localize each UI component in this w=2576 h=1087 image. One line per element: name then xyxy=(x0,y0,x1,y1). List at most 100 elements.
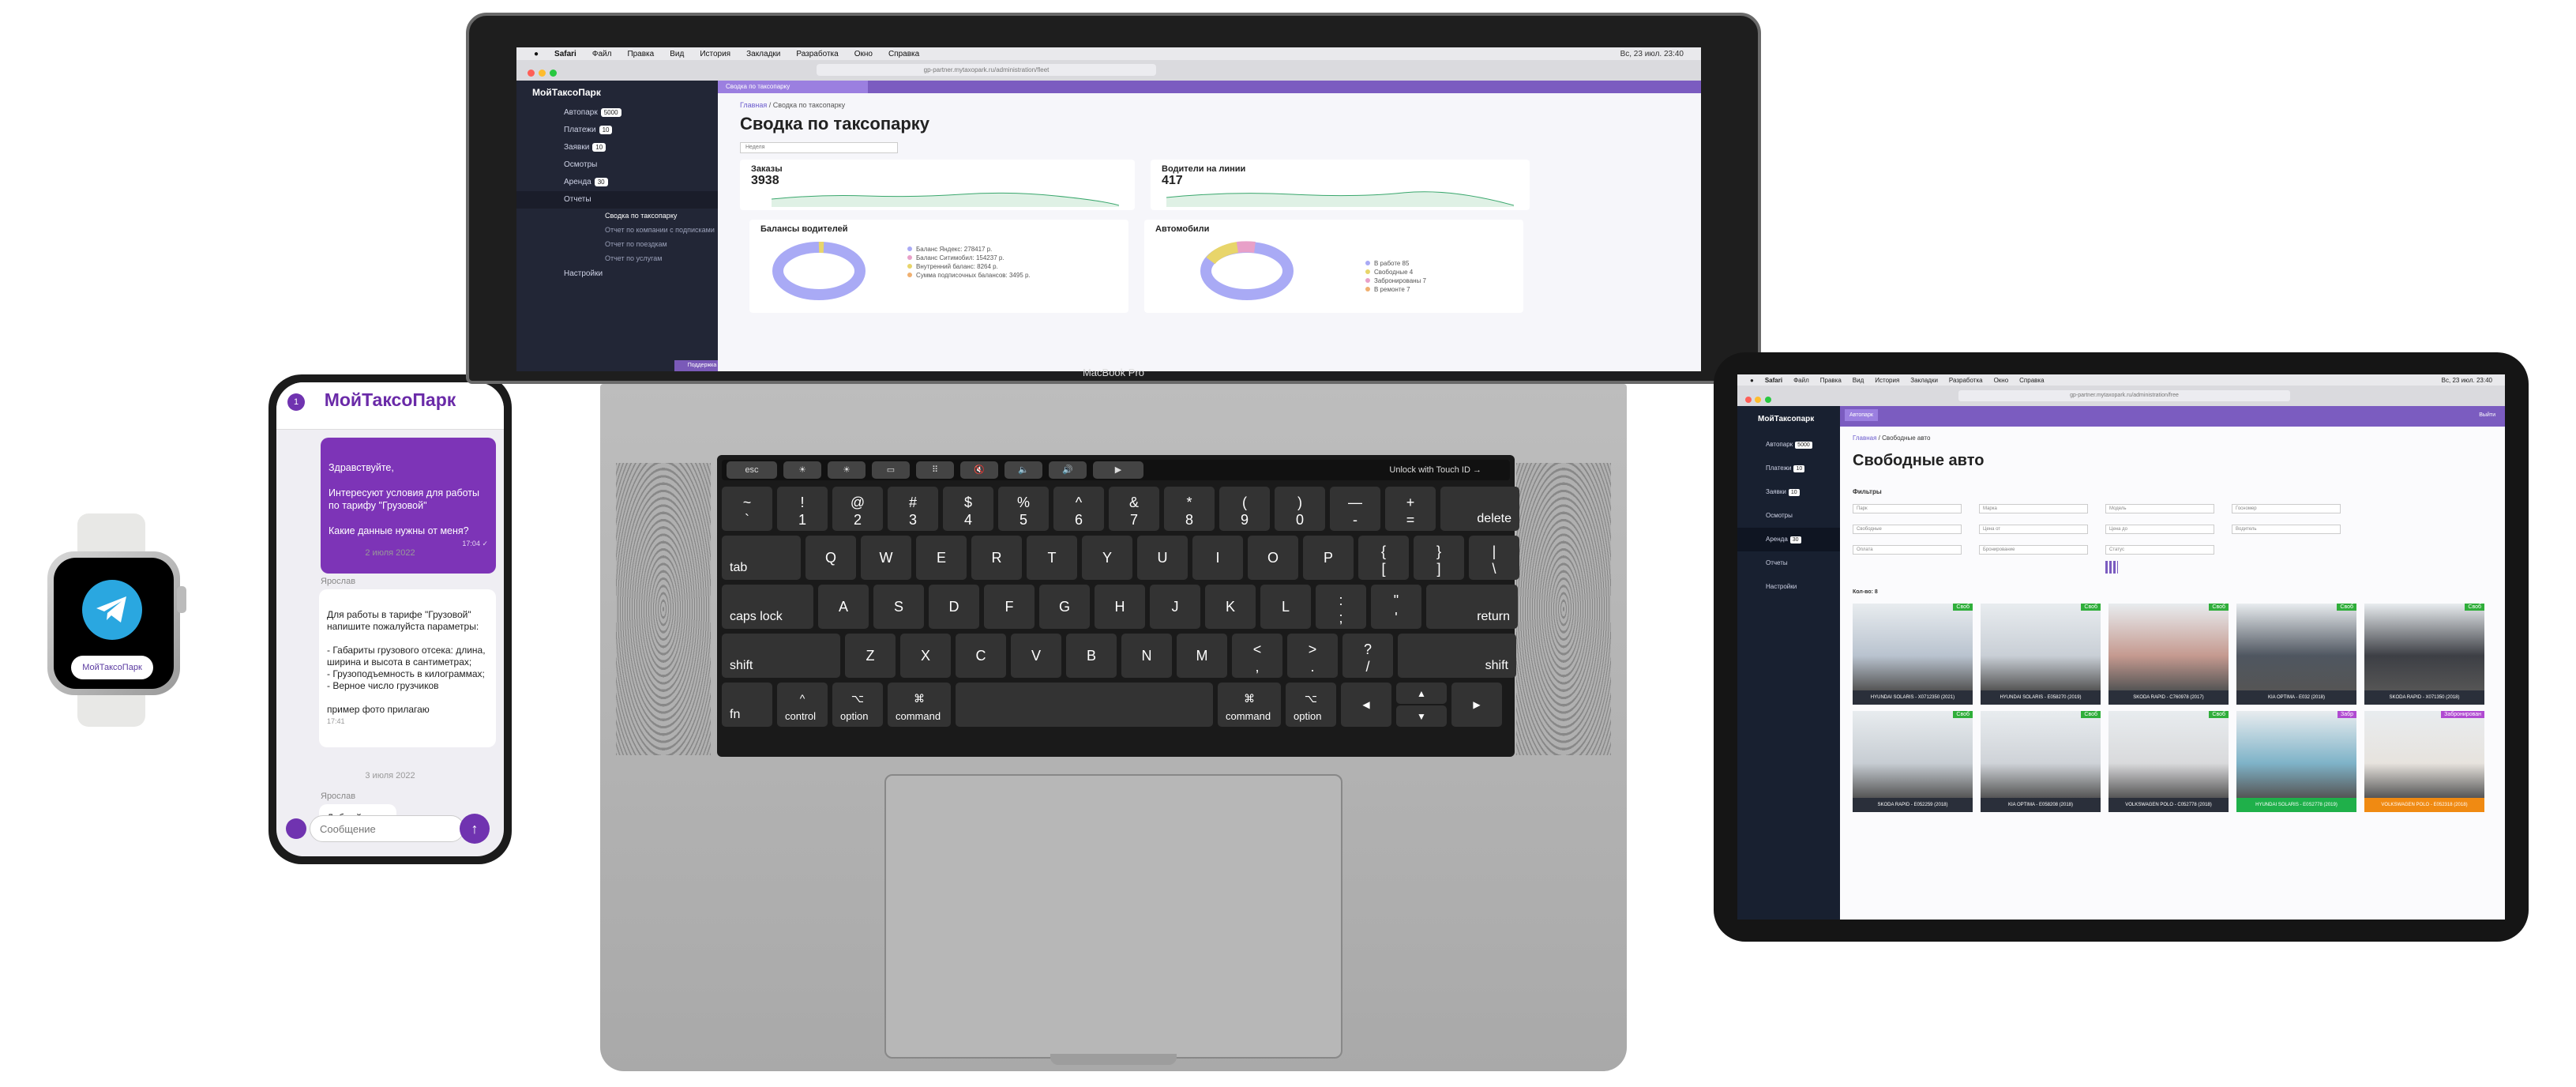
car-card[interactable]: Своб KIA OPTIMA - E032 (2018) xyxy=(2236,604,2356,705)
filter-field[interactable]: Бронирование xyxy=(1979,545,2088,555)
sidebar-item-inspections[interactable]: Осмотры xyxy=(516,156,718,174)
key[interactable]: :; xyxy=(1316,585,1366,629)
menu-safari[interactable]: Safari xyxy=(554,50,576,58)
car-card[interactable]: Своб SKODA RAPID - E052259 (2018) xyxy=(1853,711,1973,812)
sidebar-subitem[interactable]: Отчет по услугам xyxy=(516,251,718,265)
grid-view-icon[interactable] xyxy=(2105,561,2118,574)
key[interactable]: — - xyxy=(1330,487,1380,531)
sidebar-item-inspections[interactable]: Осмотры xyxy=(1737,504,1840,528)
key[interactable]: ) 0 xyxy=(1275,487,1325,531)
command-key[interactable]: ⌘ command xyxy=(888,683,951,727)
filter-field[interactable]: Свободные xyxy=(1853,525,1962,534)
control-key[interactable]: ^ control xyxy=(777,683,828,727)
key[interactable]: " ' xyxy=(1371,585,1421,629)
key[interactable]: ^ 6 xyxy=(1053,487,1104,531)
key[interactable]: L xyxy=(1260,585,1311,629)
option-key[interactable]: ⌥ option xyxy=(832,683,883,727)
breadcrumb-home[interactable]: Главная xyxy=(1853,434,1876,442)
sidebar-item-fleet[interactable]: Автопарк 5000 xyxy=(516,104,718,122)
key[interactable]: $4 xyxy=(943,487,993,531)
key[interactable]: H xyxy=(1095,585,1145,629)
trackpad[interactable] xyxy=(884,774,1342,1059)
app-logo[interactable]: МойТаксопарк xyxy=(1737,406,1840,433)
key[interactable]: X xyxy=(900,634,951,678)
menu-file[interactable]: Файл xyxy=(1793,377,1809,384)
caps-lock-key[interactable]: caps lock xyxy=(722,585,813,629)
address-bar[interactable]: gp-partner.mytaxopark.ru/administration/… xyxy=(817,64,1156,76)
logout-link[interactable]: Выйти xyxy=(2479,412,2495,418)
key[interactable]: J xyxy=(1150,585,1200,629)
send-icon[interactable]: ↑ xyxy=(460,814,490,844)
sidebar-subitem[interactable]: Сводка по таксопарку xyxy=(516,209,718,223)
car-card[interactable]: Своб KIA OPTIMA - E058208 (2018) xyxy=(1981,711,2101,812)
filter-field[interactable]: Цена от xyxy=(1979,525,2088,534)
breadcrumb-home[interactable]: Главная xyxy=(740,101,767,109)
car-card[interactable]: Своб VOLKSWAGEN POLO - C052778 (2018) xyxy=(2108,711,2229,812)
key[interactable]: C xyxy=(956,634,1006,678)
menu-window[interactable]: Окно xyxy=(1994,377,2009,384)
mute-icon[interactable]: 🔇 xyxy=(960,461,998,479)
filter-field[interactable]: Модель xyxy=(2105,504,2214,513)
apple-icon[interactable]: ● xyxy=(534,50,539,58)
arrow-right-key[interactable]: ▶ xyxy=(1451,683,1502,727)
fn-key[interactable]: fn xyxy=(722,683,772,727)
key[interactable]: T xyxy=(1027,536,1077,580)
filter-field[interactable]: Парк xyxy=(1853,504,1962,513)
key[interactable]: G xyxy=(1039,585,1090,629)
key[interactable]: A xyxy=(818,585,869,629)
menu-bookmarks[interactable]: Закладки xyxy=(1910,377,1938,384)
filter-field[interactable]: Госномер xyxy=(2232,504,2341,513)
close-icon[interactable] xyxy=(1745,397,1752,403)
key[interactable]: @2 xyxy=(832,487,883,531)
address-bar[interactable]: gp-partner.mytaxopark.ru/administration/… xyxy=(1958,390,2290,401)
key[interactable]: % 5 xyxy=(998,487,1049,531)
app-logo[interactable]: МойТаксоПарк xyxy=(516,81,718,104)
key[interactable]: E xyxy=(916,536,967,580)
sidebar-item-payments[interactable]: Платежи 10 xyxy=(516,122,718,139)
sidebar-item-rent[interactable]: Аренда 30 xyxy=(1737,528,1840,551)
car-card[interactable]: Забронирован VOLKSWAGEN POLO - E052318 (2… xyxy=(2364,711,2484,812)
arrow-up-key[interactable]: ▲ xyxy=(1396,683,1447,704)
key[interactable]: V xyxy=(1011,634,1061,678)
key[interactable]: #3 xyxy=(888,487,938,531)
back-badge[interactable]: 1 xyxy=(287,393,305,411)
key[interactable]: {[ xyxy=(1358,536,1409,580)
menu-edit[interactable]: Правка xyxy=(1820,377,1842,384)
key[interactable]: }] xyxy=(1414,536,1464,580)
sidebar-item-rent[interactable]: Аренда 30 xyxy=(516,174,718,191)
key[interactable]: M xyxy=(1177,634,1227,678)
key[interactable]: ! 1 xyxy=(777,487,828,531)
key[interactable]: R xyxy=(971,536,1022,580)
volume-up-icon[interactable]: 🔊 xyxy=(1049,461,1087,479)
sidebar-subitem[interactable]: Отчет по компании с подписками xyxy=(516,223,718,237)
volume-down-icon[interactable]: 🔈 xyxy=(1004,461,1042,479)
key[interactable]: <, xyxy=(1232,634,1282,678)
key[interactable]: U xyxy=(1137,536,1188,580)
mission-control-icon[interactable]: ▭ xyxy=(872,461,910,479)
option-key[interactable]: ⌥ option xyxy=(1286,683,1336,727)
menu-edit[interactable]: Правка xyxy=(627,50,654,58)
arrow-down-key[interactable]: ▼ xyxy=(1396,705,1447,727)
sidebar-item-reports[interactable]: Отчеты xyxy=(1737,551,1840,575)
close-icon[interactable] xyxy=(528,70,535,77)
left-shift-key[interactable]: shift xyxy=(722,634,840,678)
launchpad-icon[interactable]: ⠿ xyxy=(916,461,954,479)
play-icon[interactable]: ▶ xyxy=(1093,461,1143,479)
command-key[interactable]: ⌘ command xyxy=(1218,683,1281,727)
key[interactable]: F xyxy=(984,585,1035,629)
tab-summary[interactable]: Сводка по таксопарку xyxy=(718,81,868,93)
key[interactable]: D xyxy=(929,585,979,629)
key[interactable]: | \ xyxy=(1469,536,1519,580)
menu-help[interactable]: Справка xyxy=(888,50,919,58)
return-key[interactable]: return xyxy=(1426,585,1518,629)
key[interactable]: & 7 xyxy=(1109,487,1159,531)
filter-field[interactable]: Оплата xyxy=(1853,545,1962,555)
sidebar-item-requests[interactable]: Заявки 10 xyxy=(1737,480,1840,504)
menu-develop[interactable]: Разработка xyxy=(1949,377,1983,384)
key[interactable]: (9 xyxy=(1219,487,1270,531)
message-input[interactable] xyxy=(310,815,464,842)
menu-help[interactable]: Справка xyxy=(2019,377,2044,384)
attach-icon[interactable] xyxy=(286,818,306,839)
touch-id-hint[interactable]: Unlock with Touch ID → xyxy=(1389,465,1505,475)
key[interactable]: * 8 xyxy=(1164,487,1215,531)
